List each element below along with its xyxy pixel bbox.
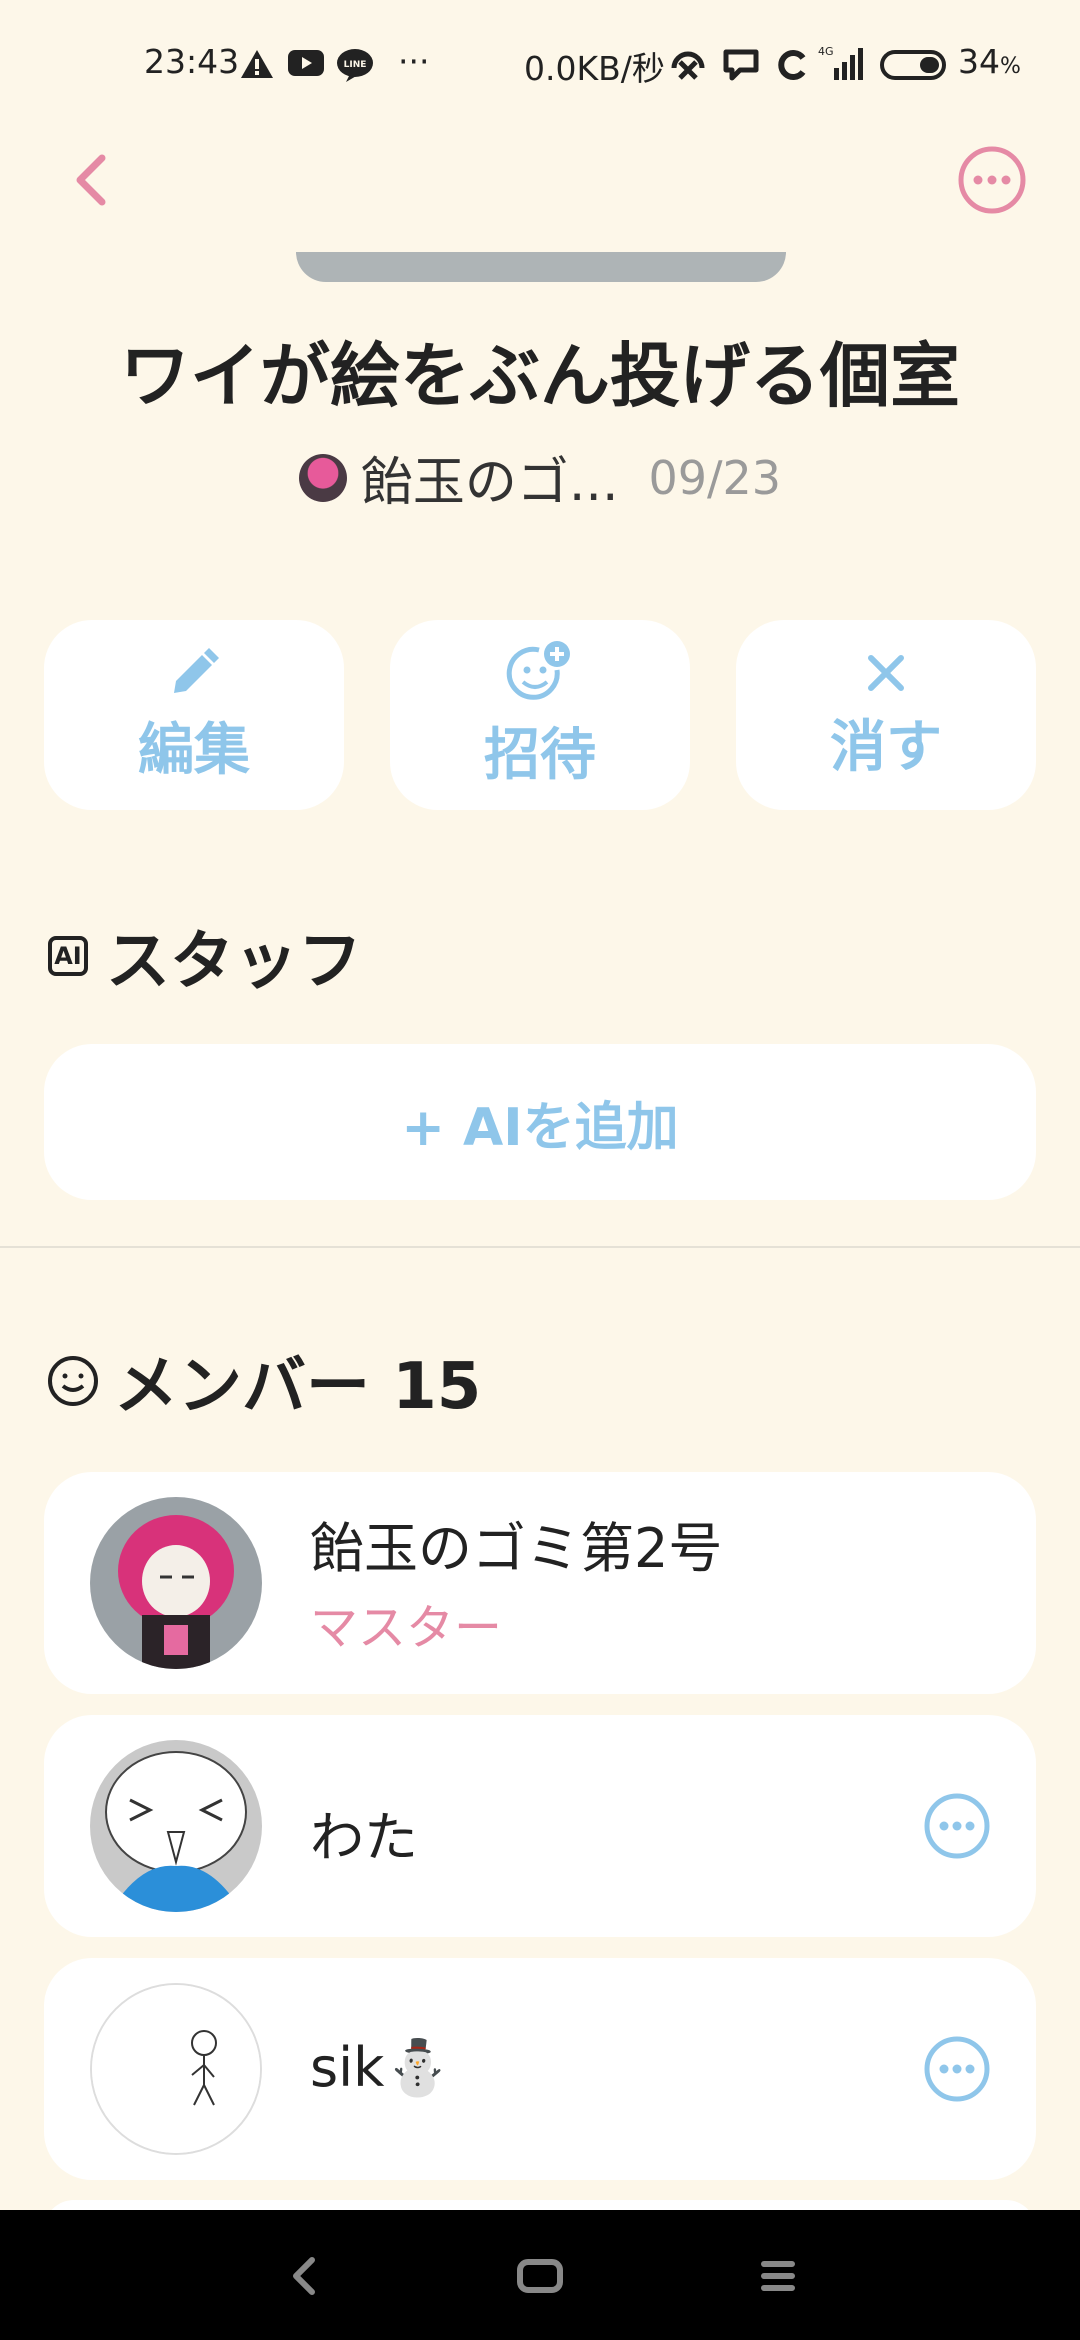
signal-icon: 4G <box>816 44 866 86</box>
nav-back-button[interactable] <box>284 2254 324 2302</box>
member-card[interactable]: わた <box>44 1715 1036 1937</box>
staff-heading: AI スタッフ <box>48 910 362 1002</box>
add-ai-button[interactable]: + AIを追加 <box>44 1044 1036 1200</box>
smile-icon <box>48 1356 98 1406</box>
member-name: sik⁠⛄ <box>310 2036 452 2099</box>
staff-title: スタッフ <box>106 925 362 999</box>
line-app-icon: LINE <box>336 48 374 86</box>
battery-icon <box>880 50 950 84</box>
invite-label: 招待 <box>484 722 596 788</box>
system-nav-bar <box>0 2210 1080 2340</box>
edit-button[interactable]: 編集 <box>44 620 344 810</box>
edit-label: 編集 <box>138 717 250 783</box>
ai-badge-icon: AI <box>48 936 88 976</box>
delete-label: 消す <box>830 714 942 780</box>
member-name: 飴玉のゴミ第2号 <box>310 1517 723 1580</box>
more-horizontal-icon <box>958 146 1026 214</box>
member-avatar <box>90 1983 262 2155</box>
warning-icon <box>240 48 274 84</box>
member-card[interactable]: 飴玉のゴミ第2号 マスター <box>44 1472 1036 1694</box>
member-options-button[interactable] <box>922 2034 992 2104</box>
chevron-left-icon <box>76 154 106 206</box>
nav-home-button[interactable] <box>516 2256 564 2300</box>
member-role: マスター <box>310 1600 503 1656</box>
room-title: ワイが絵をぶん投げる個室 <box>120 335 960 417</box>
nav-back-icon <box>293 2257 315 2295</box>
divider <box>0 1246 1080 1248</box>
nav-home-icon <box>517 2259 563 2293</box>
svg-text:4G: 4G <box>818 45 834 58</box>
more-horizontal-icon <box>924 1793 990 1859</box>
room-options-button[interactable] <box>956 144 1028 216</box>
member-avatar <box>90 1497 262 1669</box>
status-bar: 23:43 LINE ··· 0.0KB/秒 4G 34% <box>0 0 1080 120</box>
members-heading: メンバー 15 <box>46 1335 481 1427</box>
delete-button[interactable]: 消す <box>736 620 1036 810</box>
member-avatar <box>90 1740 262 1912</box>
net-speed: 0.0KB/秒 <box>524 49 665 88</box>
owner-name: 飴玉のゴ... <box>360 453 619 513</box>
member-card[interactable]: sik⁠⛄ <box>44 1958 1036 2180</box>
more-notifications-icon: ··· <box>398 42 430 81</box>
invite-button[interactable]: 招待 <box>390 620 690 810</box>
nav-menu-icon <box>761 2261 795 2291</box>
status-time: 23:43 <box>144 42 240 81</box>
nav-menu-button[interactable] <box>758 2256 798 2300</box>
members-title: メンバー 15 <box>114 1350 482 1424</box>
add-user-icon <box>506 640 570 700</box>
pencil-icon <box>174 647 219 693</box>
close-icon <box>868 654 904 691</box>
created-date: 09/23 <box>648 450 782 505</box>
muted-icon <box>668 48 708 86</box>
more-horizontal-icon <box>924 2036 990 2102</box>
cover-image <box>296 252 786 282</box>
owner-row[interactable]: 飴玉のゴ... 09/23 <box>0 440 1080 515</box>
svg-text:LINE: LINE <box>344 60 367 70</box>
member-options-button[interactable] <box>922 1791 992 1861</box>
sync-icon <box>776 48 810 86</box>
youtube-icon <box>288 48 324 82</box>
owner-avatar <box>298 453 347 502</box>
member-name: わた <box>310 1806 418 1869</box>
back-button[interactable] <box>62 140 122 220</box>
battery-level: 34% <box>958 42 1021 81</box>
chat-icon <box>722 48 760 86</box>
